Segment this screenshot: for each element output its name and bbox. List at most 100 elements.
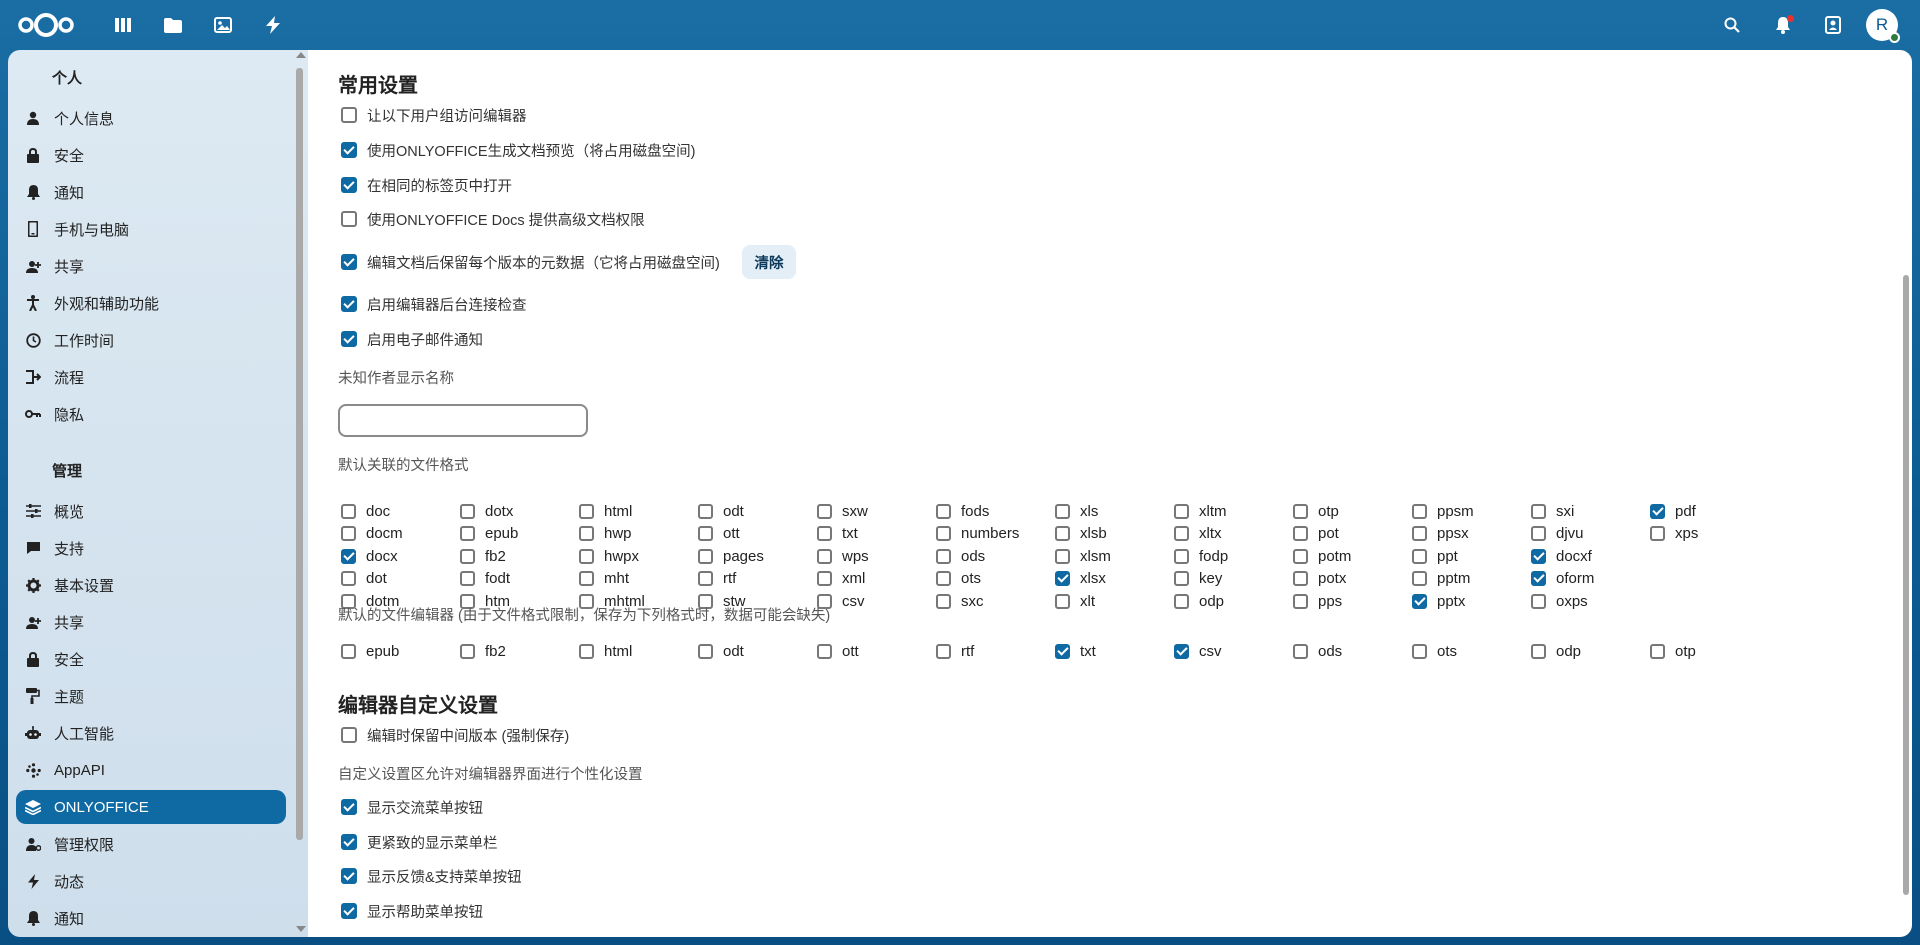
checkbox[interactable] xyxy=(936,525,951,541)
option-row[interactable]: 启用电子邮件通知 xyxy=(341,328,483,350)
format-option-xlsb[interactable]: xlsb xyxy=(1055,523,1107,543)
checkbox[interactable] xyxy=(341,834,357,850)
files-icon[interactable] xyxy=(162,14,184,36)
format-option-ods[interactable]: ods xyxy=(936,546,985,566)
format-option-wps[interactable]: wps xyxy=(817,546,869,566)
checkbox[interactable] xyxy=(1055,525,1070,541)
format-option-potm[interactable]: potm xyxy=(1293,546,1351,566)
checkbox[interactable] xyxy=(341,177,357,193)
format-option-xlsm[interactable]: xlsm xyxy=(1055,546,1111,566)
unknown-author-input[interactable] xyxy=(338,404,588,437)
format-option-fodp[interactable]: fodp xyxy=(1174,546,1228,566)
checkbox[interactable] xyxy=(698,503,713,519)
format-option-ots[interactable]: ots xyxy=(1412,641,1457,661)
checkbox[interactable] xyxy=(341,799,357,815)
checkbox[interactable] xyxy=(936,643,951,659)
sidebar-item-working-hours[interactable]: 工作时间 xyxy=(16,323,286,357)
checkbox[interactable] xyxy=(817,503,832,519)
format-option-odp[interactable]: odp xyxy=(1531,641,1581,661)
checkbox[interactable] xyxy=(817,570,832,586)
format-option-fodt[interactable]: fodt xyxy=(460,568,510,588)
checkbox[interactable] xyxy=(341,211,357,227)
checkbox[interactable] xyxy=(1174,570,1189,586)
checkbox[interactable] xyxy=(1650,525,1665,541)
format-option-txt[interactable]: txt xyxy=(1055,641,1096,661)
format-option-docm[interactable]: docm xyxy=(341,523,403,543)
format-option-epub[interactable]: epub xyxy=(460,523,518,543)
format-option-fb2[interactable]: fb2 xyxy=(460,641,506,661)
checkbox[interactable] xyxy=(579,503,594,519)
format-option-xlsx[interactable]: xlsx xyxy=(1055,568,1106,588)
sidebar-item-support[interactable]: 支持 xyxy=(16,531,286,565)
checkbox[interactable] xyxy=(341,107,357,123)
sidebar-item-basic-settings[interactable]: 基本设置 xyxy=(16,568,286,602)
checkbox[interactable] xyxy=(341,503,356,519)
checkbox[interactable] xyxy=(1293,503,1308,519)
checkbox[interactable] xyxy=(1412,525,1427,541)
sidebar-item-flow[interactable]: 流程 xyxy=(16,360,286,394)
format-option-otp[interactable]: otp xyxy=(1293,501,1339,521)
checkbox[interactable] xyxy=(579,643,594,659)
sidebar-item-privacy[interactable]: 隐私 xyxy=(16,397,286,431)
checkbox[interactable] xyxy=(1531,593,1546,609)
checkbox[interactable] xyxy=(936,593,951,609)
checkbox[interactable] xyxy=(341,643,356,659)
sidebar-item-admin-sharing[interactable]: 共享 xyxy=(16,605,286,639)
checkbox[interactable] xyxy=(460,570,475,586)
checkbox[interactable] xyxy=(1650,643,1665,659)
option-row[interactable]: 编辑时保留中间版本 (强制保存) xyxy=(341,724,569,746)
sidebar-item-appearance[interactable]: 外观和辅助功能 xyxy=(16,286,286,320)
format-option-otp[interactable]: otp xyxy=(1650,641,1696,661)
format-option-html[interactable]: html xyxy=(579,501,632,521)
sidebar-scroll-down-arrow[interactable] xyxy=(296,926,306,932)
format-option-rtf[interactable]: rtf xyxy=(936,641,974,661)
format-option-odp[interactable]: odp xyxy=(1174,591,1224,611)
checkbox[interactable] xyxy=(1412,593,1427,609)
checkbox[interactable] xyxy=(1650,503,1665,519)
sidebar-item-theming[interactable]: 主题 xyxy=(16,679,286,713)
checkbox[interactable] xyxy=(341,254,357,270)
checkbox[interactable] xyxy=(460,503,475,519)
contacts-icon[interactable] xyxy=(1821,13,1845,37)
checkbox[interactable] xyxy=(1293,548,1308,564)
checkbox[interactable] xyxy=(1055,643,1070,659)
sidebar-scrollbar[interactable] xyxy=(296,68,303,840)
format-option-html[interactable]: html xyxy=(579,641,632,661)
checkbox[interactable] xyxy=(1412,503,1427,519)
format-option-fods[interactable]: fods xyxy=(936,501,989,521)
sidebar-scroll-up-arrow[interactable] xyxy=(296,52,306,58)
nextcloud-logo-icon[interactable] xyxy=(16,11,76,39)
option-row[interactable]: 使用ONLYOFFICE生成文档预览（将占用磁盘空间) xyxy=(341,139,695,161)
checkbox[interactable] xyxy=(1055,503,1070,519)
sidebar-item-security[interactable]: 安全 xyxy=(16,138,286,172)
checkbox[interactable] xyxy=(1174,525,1189,541)
format-option-xml[interactable]: xml xyxy=(817,568,865,588)
format-option-mht[interactable]: mht xyxy=(579,568,629,588)
format-option-txt[interactable]: txt xyxy=(817,523,858,543)
checkbox[interactable] xyxy=(1055,593,1070,609)
checkbox[interactable] xyxy=(341,570,356,586)
checkbox[interactable] xyxy=(698,643,713,659)
search-icon[interactable] xyxy=(1720,13,1744,37)
format-option-sxw[interactable]: sxw xyxy=(817,501,868,521)
format-option-ppsm[interactable]: ppsm xyxy=(1412,501,1474,521)
format-option-ott[interactable]: ott xyxy=(698,523,740,543)
checkbox[interactable] xyxy=(1055,570,1070,586)
format-option-potx[interactable]: potx xyxy=(1293,568,1346,588)
sidebar-item-activity[interactable]: 动态 xyxy=(16,864,286,898)
checkbox[interactable] xyxy=(341,727,357,743)
format-option-docx[interactable]: docx xyxy=(341,546,398,566)
checkbox[interactable] xyxy=(1531,643,1546,659)
format-option-ods[interactable]: ods xyxy=(1293,641,1342,661)
checkbox[interactable] xyxy=(341,331,357,347)
checkbox[interactable] xyxy=(817,548,832,564)
sidebar-item-overview[interactable]: 概览 xyxy=(16,494,286,528)
format-option-xlt[interactable]: xlt xyxy=(1055,591,1095,611)
checkbox[interactable] xyxy=(1174,548,1189,564)
checkbox[interactable] xyxy=(341,525,356,541)
checkbox[interactable] xyxy=(1293,570,1308,586)
checkbox[interactable] xyxy=(460,525,475,541)
checkbox[interactable] xyxy=(341,142,357,158)
format-option-xps[interactable]: xps xyxy=(1650,523,1698,543)
checkbox[interactable] xyxy=(936,570,951,586)
